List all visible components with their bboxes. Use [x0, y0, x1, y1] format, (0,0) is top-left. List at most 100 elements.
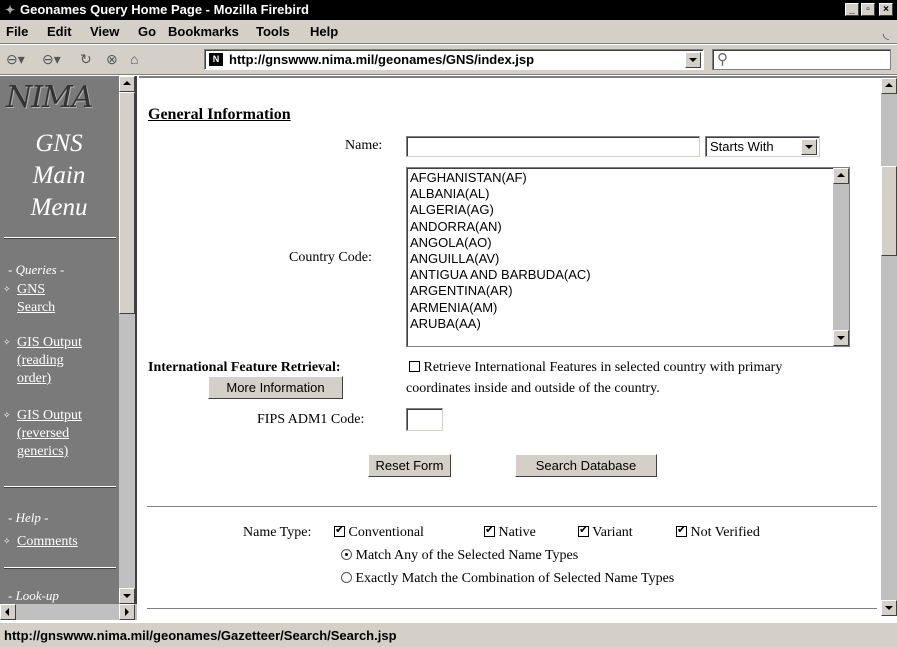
forward-icon[interactable]: ⊖▾ [42, 51, 61, 67]
conventional-checkbox[interactable] [334, 524, 345, 537]
scroll-down-button[interactable] [881, 600, 897, 616]
country-code-list[interactable]: AFGHANISTAN(AF) ALBANIA(AL) ALGERIA(AG) … [406, 167, 850, 347]
left-vertical-scrollbar[interactable] [119, 76, 135, 616]
back-icon[interactable]: ⊖▾ [6, 51, 25, 67]
match-exact-label: Exactly Match the Combination of Selecte… [355, 571, 675, 586]
divider [147, 608, 877, 610]
list-item[interactable]: ANGOLA(AO) [407, 235, 849, 251]
name-mode-value: Starts With [710, 139, 774, 154]
variant-label: Variant [592, 525, 633, 540]
name-input[interactable] [406, 136, 700, 157]
reload-icon[interactable]: ↻ [80, 51, 92, 67]
not-verified-checkbox[interactable] [676, 524, 687, 537]
scroll-thumb[interactable] [119, 92, 135, 314]
list-item[interactable]: ARMENIA(AM) [407, 300, 849, 316]
sidebar-link-gns-search[interactable]: GNS Search [17, 281, 55, 317]
chevron-down-icon[interactable] [801, 139, 817, 155]
country-code-label: Country Code: [289, 250, 372, 265]
menu-bookmarks[interactable]: Bookmarks [168, 24, 239, 39]
scroll-up-button[interactable] [833, 168, 849, 184]
name-type-conventional[interactable]: Conventional [334, 524, 424, 541]
match-any-option[interactable]: Match Any of the Selected Name Types [341, 548, 578, 564]
scroll-up-button[interactable] [119, 76, 135, 92]
list-item[interactable]: ANDORRA(AN) [407, 219, 849, 235]
link-line: (reversed [17, 426, 70, 441]
maximize-button[interactable]: ▫ [861, 3, 875, 16]
intl-feature-text-1: Retrieve International Features in selec… [423, 360, 783, 375]
sidebar-link-gis-reading[interactable]: GIS Output (reading order) [17, 334, 82, 388]
bullet-icon: ✧ [3, 337, 11, 347]
window-title-bar: ✦ Geonames Query Home Page - Mozilla Fir… [0, 0, 897, 20]
list-item[interactable]: ALGERIA(AG) [407, 202, 849, 218]
reset-form-button[interactable]: Reset Form [368, 454, 451, 477]
scroll-thumb[interactable] [881, 166, 897, 256]
url-text: http://gnswww.nima.mil/geonames/GNS/inde… [229, 52, 535, 67]
scroll-up-button[interactable] [881, 78, 897, 94]
link-line: generics) [17, 444, 69, 459]
native-label: Native [498, 525, 536, 540]
sidebar-link-gis-reversed[interactable]: GIS Output (reversed generics) [17, 407, 82, 461]
scroll-down-button[interactable] [119, 588, 135, 604]
menu-go[interactable]: Go [138, 24, 156, 39]
list-item[interactable]: ANTIGUA AND BARBUDA(AC) [407, 267, 849, 283]
variant-checkbox[interactable] [578, 524, 589, 537]
country-list-scrollbar[interactable] [833, 168, 849, 346]
url-history-dropdown[interactable] [685, 52, 701, 68]
main-vertical-scrollbar[interactable] [881, 78, 897, 616]
menu-view[interactable]: View [90, 24, 119, 39]
close-button[interactable]: × [879, 3, 893, 16]
name-type-variant[interactable]: Variant [578, 524, 633, 541]
minimize-button[interactable]: _ [845, 3, 859, 16]
divider [147, 506, 877, 508]
bullet-icon: ✧ [3, 536, 11, 546]
link-line: GIS Output [17, 335, 82, 350]
sidebar-link-comments[interactable]: Comments [17, 533, 78, 551]
navigation-toolbar: ⊖▾ ⊖▾ ↻ ⊗ ⌂ N http://gnswww.nima.mil/geo… [0, 45, 897, 75]
list-item[interactable]: ARGENTINA(AR) [407, 283, 849, 299]
link-line: order) [17, 371, 52, 386]
home-icon[interactable]: ⌂ [130, 51, 138, 67]
name-type-not-verified[interactable]: Not Verified [676, 524, 760, 541]
match-any-radio[interactable] [341, 549, 352, 560]
divider [4, 237, 116, 239]
name-mode-select[interactable]: Starts With [705, 136, 820, 157]
more-information-button[interactable]: More Information [208, 376, 343, 399]
intl-feature-label: International Feature Retrieval: [148, 360, 341, 375]
queries-heading: - Queries - [8, 262, 65, 277]
scroll-down-button[interactable] [833, 330, 849, 346]
bullet-icon: ✧ [3, 410, 11, 420]
url-bar[interactable]: N http://gnswww.nima.mil/geonames/GNS/in… [204, 49, 704, 70]
intl-feature-checkbox[interactable] [409, 361, 420, 372]
menu-title-main: Main [32, 162, 86, 189]
name-type-native[interactable]: Native [484, 524, 536, 541]
nima-logo: NIMA [6, 80, 93, 115]
left-menu-frame: NIMA GNS Main Menu - Queries - ✧ GNS Sea… [0, 76, 137, 616]
search-icon: ⚲ [717, 51, 728, 68]
intl-feature-checkbox-row[interactable]: Retrieve International Features in selec… [409, 360, 782, 376]
help-heading: - Help - [8, 510, 49, 525]
search-input[interactable]: ⚲ [712, 49, 891, 70]
name-label: Name: [345, 138, 383, 153]
scroll-left-button[interactable] [0, 604, 16, 620]
firebird-app-icon: ✦ [4, 3, 16, 17]
list-item[interactable]: ARUBA(AA) [407, 316, 849, 332]
divider [4, 486, 116, 488]
menu-help[interactable]: Help [310, 24, 338, 39]
search-database-button[interactable]: Search Database [515, 454, 657, 477]
list-item[interactable]: ANGUILLA(AV) [407, 251, 849, 267]
menu-file[interactable]: File [6, 24, 28, 39]
link-line: Search [17, 300, 56, 315]
menu-tools[interactable]: Tools [256, 24, 290, 39]
menu-bar: File Edit View Go Bookmarks Tools Help ◟ [0, 20, 897, 44]
fips-adm1-input[interactable] [406, 408, 443, 431]
fips-label: FIPS ADM1 Code: [257, 412, 365, 427]
list-item[interactable]: AFGHANISTAN(AF) [407, 170, 849, 186]
native-checkbox[interactable] [484, 524, 495, 537]
match-exact-option[interactable]: Exactly Match the Combination of Selecte… [341, 571, 674, 587]
menu-edit[interactable]: Edit [47, 24, 72, 39]
list-item[interactable]: ALBANIA(AL) [407, 186, 849, 202]
stop-icon[interactable]: ⊗ [106, 51, 118, 67]
match-exact-radio[interactable] [341, 572, 352, 583]
scroll-right-button[interactable] [119, 604, 135, 620]
left-horizontal-scrollbar[interactable] [0, 604, 137, 620]
